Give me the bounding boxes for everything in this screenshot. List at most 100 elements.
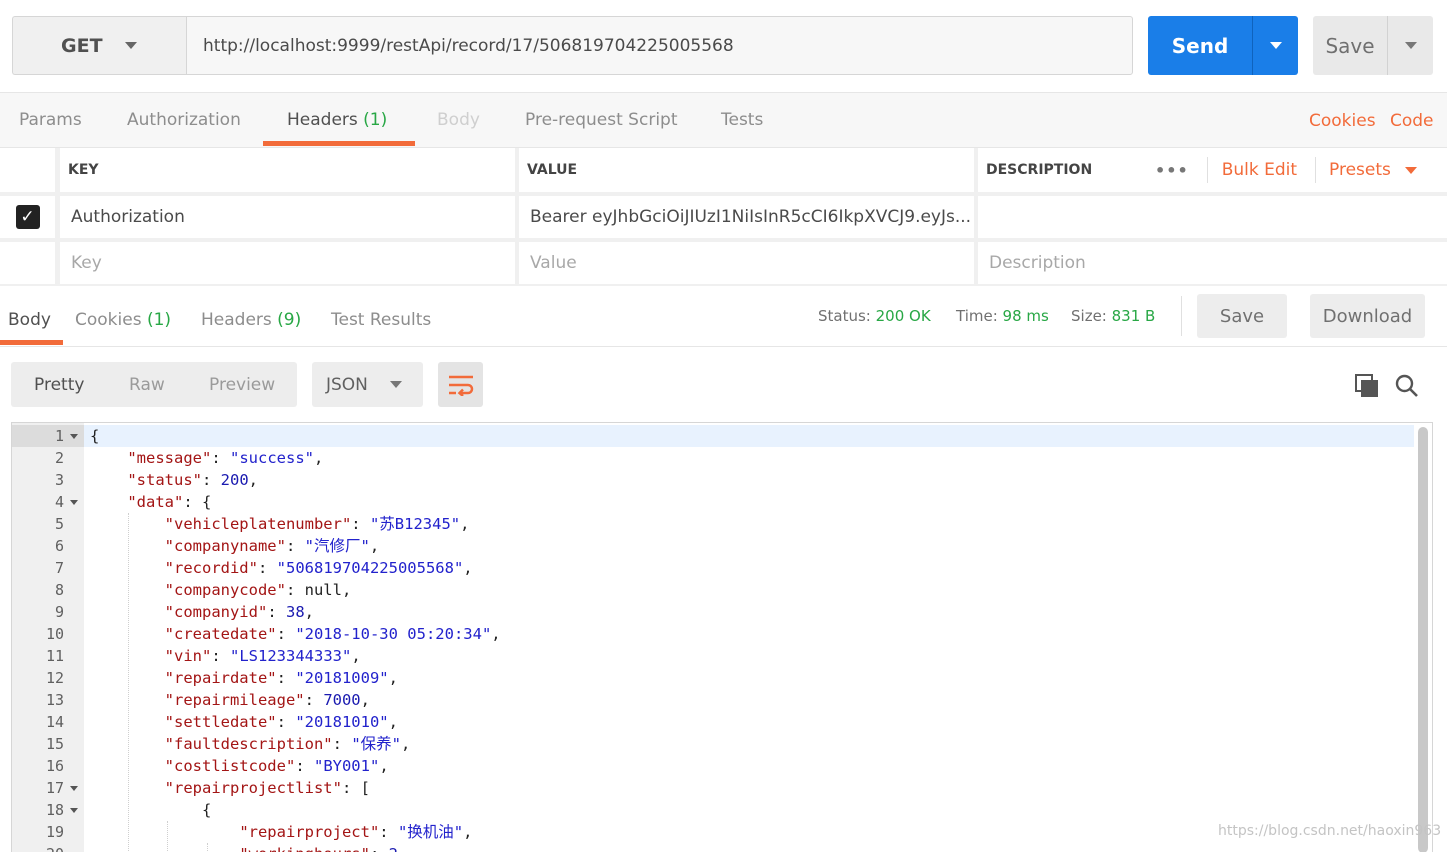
code-token: 200: [220, 471, 249, 489]
line-number: 8: [54, 581, 64, 599]
code-token: ,: [400, 735, 411, 753]
chevron-down-icon: [1404, 42, 1417, 49]
tab-tests[interactable]: Tests: [721, 93, 763, 147]
fold-toggle-icon[interactable]: [70, 786, 78, 791]
code-token: "message": [127, 449, 212, 467]
tab-prerequest-script[interactable]: Pre-request Script: [525, 93, 678, 147]
indent-guide: [206, 843, 208, 852]
vertical-scrollbar[interactable]: [1418, 427, 1428, 852]
column-description-label: DESCRIPTION: [986, 162, 1093, 178]
header-key-input[interactable]: Authorization: [60, 196, 515, 238]
column-value: VALUE: [519, 148, 974, 192]
fold-toggle-icon[interactable]: [70, 808, 78, 813]
code-token: {: [90, 801, 212, 819]
tab-headers[interactable]: Headers (1): [287, 93, 387, 147]
tab-test-results[interactable]: Test Results: [331, 287, 431, 345]
code-link[interactable]: Code: [1390, 93, 1434, 147]
code-token: ,: [304, 603, 314, 621]
tab-body[interactable]: Body: [437, 93, 480, 147]
chevron-down-icon: [124, 42, 137, 49]
save-options-button[interactable]: [1387, 16, 1433, 75]
header-enabled-checkbox[interactable]: ✓: [15, 205, 40, 229]
code-token: ,: [360, 691, 370, 709]
code-token: :: [332, 735, 352, 753]
tab-authorization[interactable]: Authorization: [127, 93, 241, 147]
indent-guide: [167, 821, 169, 852]
code-line: "settledate": "20181010",: [90, 711, 398, 733]
code-token: "汽修厂": [304, 537, 370, 555]
tab-response-body[interactable]: Body: [8, 287, 51, 345]
view-raw[interactable]: Raw: [129, 362, 165, 407]
time-value: 98 ms: [1002, 307, 1049, 325]
tab-params[interactable]: Params: [19, 93, 82, 147]
tab-headers-label: Headers: [287, 110, 358, 130]
header-value-input[interactable]: Bearer eyJhbGciOiJIUzI1NiIsInR5cCI6IkpXV…: [519, 196, 974, 238]
save-response-button[interactable]: Save: [1197, 294, 1287, 338]
url-input[interactable]: http://localhost:9999/restApi/record/17/…: [186, 16, 1133, 75]
fold-toggle-icon[interactable]: [70, 500, 78, 505]
code-token: :: [276, 625, 296, 643]
header-row-check-cell: ✓: [0, 196, 55, 238]
send-options-button[interactable]: [1252, 16, 1298, 75]
tab-headers-count: (1): [363, 110, 388, 130]
line-number: 13: [45, 691, 64, 709]
line-number: 2: [54, 449, 64, 467]
code-token: :: [201, 471, 221, 489]
new-key-input[interactable]: Key: [60, 242, 515, 284]
watermark: https://blog.csdn.net/haoxin963: [1218, 823, 1442, 839]
code-token: ,: [379, 757, 389, 775]
column-key: KEY: [60, 148, 515, 192]
code-line: "companyid": 38,: [90, 601, 314, 623]
send-button[interactable]: Send: [1148, 16, 1252, 75]
search-icon[interactable]: [1395, 374, 1419, 402]
code-token: 2: [389, 845, 398, 852]
code-token: 38: [285, 603, 305, 621]
code-line: "workinghours": 2: [90, 843, 398, 852]
line-number: 3: [54, 471, 64, 489]
chevron-down-icon: [1404, 166, 1417, 174]
new-description-input[interactable]: Description: [978, 242, 1447, 284]
new-value-input[interactable]: Value: [519, 242, 974, 284]
line-number: 15: [45, 735, 64, 753]
code-token: "苏B12345": [369, 515, 461, 533]
download-button[interactable]: Download: [1310, 294, 1425, 338]
line-number: 12: [45, 669, 64, 687]
time-label: Time:: [956, 307, 998, 325]
line-number: 16: [45, 757, 64, 775]
line-number: 20: [12, 843, 64, 852]
bulk-edit-link[interactable]: Bulk Edit: [1222, 160, 1297, 180]
view-preview[interactable]: Preview: [209, 362, 275, 407]
code-token: "换机油": [397, 823, 464, 841]
cookies-link[interactable]: Cookies: [1309, 93, 1376, 147]
tab-response-headers[interactable]: Headers (9): [201, 287, 301, 345]
code-line: "repairdate": "20181009",: [90, 667, 398, 689]
code-token: :: [267, 603, 286, 621]
code-line: "message": "success",: [90, 447, 323, 469]
header-description-input[interactable]: [978, 196, 1447, 238]
chevron-down-icon: [1269, 42, 1282, 49]
code-token: ,: [314, 449, 324, 467]
code-token: ,: [248, 471, 258, 489]
code-token: :: [211, 647, 230, 665]
view-pretty[interactable]: Pretty: [34, 362, 84, 407]
wrap-lines-button[interactable]: [438, 362, 483, 407]
copy-icon[interactable]: [1355, 374, 1379, 402]
response-body-editor[interactable]: 1 {2 "message": "success", 3 "status": 200…: [11, 422, 1433, 852]
code-token: "repairmileage": [164, 691, 305, 709]
code-token: ,: [369, 537, 380, 555]
method-select[interactable]: GET: [12, 16, 187, 75]
save-request-button[interactable]: Save: [1313, 16, 1387, 75]
format-select[interactable]: JSON: [312, 362, 423, 407]
tab-response-cookies[interactable]: Cookies (1): [75, 287, 171, 345]
line-number: 9: [54, 603, 64, 621]
presets-dropdown[interactable]: Presets: [1329, 160, 1391, 180]
fold-toggle-icon[interactable]: [70, 434, 78, 439]
code-token: "保养": [351, 735, 401, 753]
more-icon[interactable]: •••: [1155, 161, 1189, 180]
code-token: ,: [351, 647, 361, 665]
line-number: 19: [45, 823, 64, 841]
code-token: "data": [127, 493, 184, 511]
code-token: "LS123344333": [230, 647, 352, 665]
